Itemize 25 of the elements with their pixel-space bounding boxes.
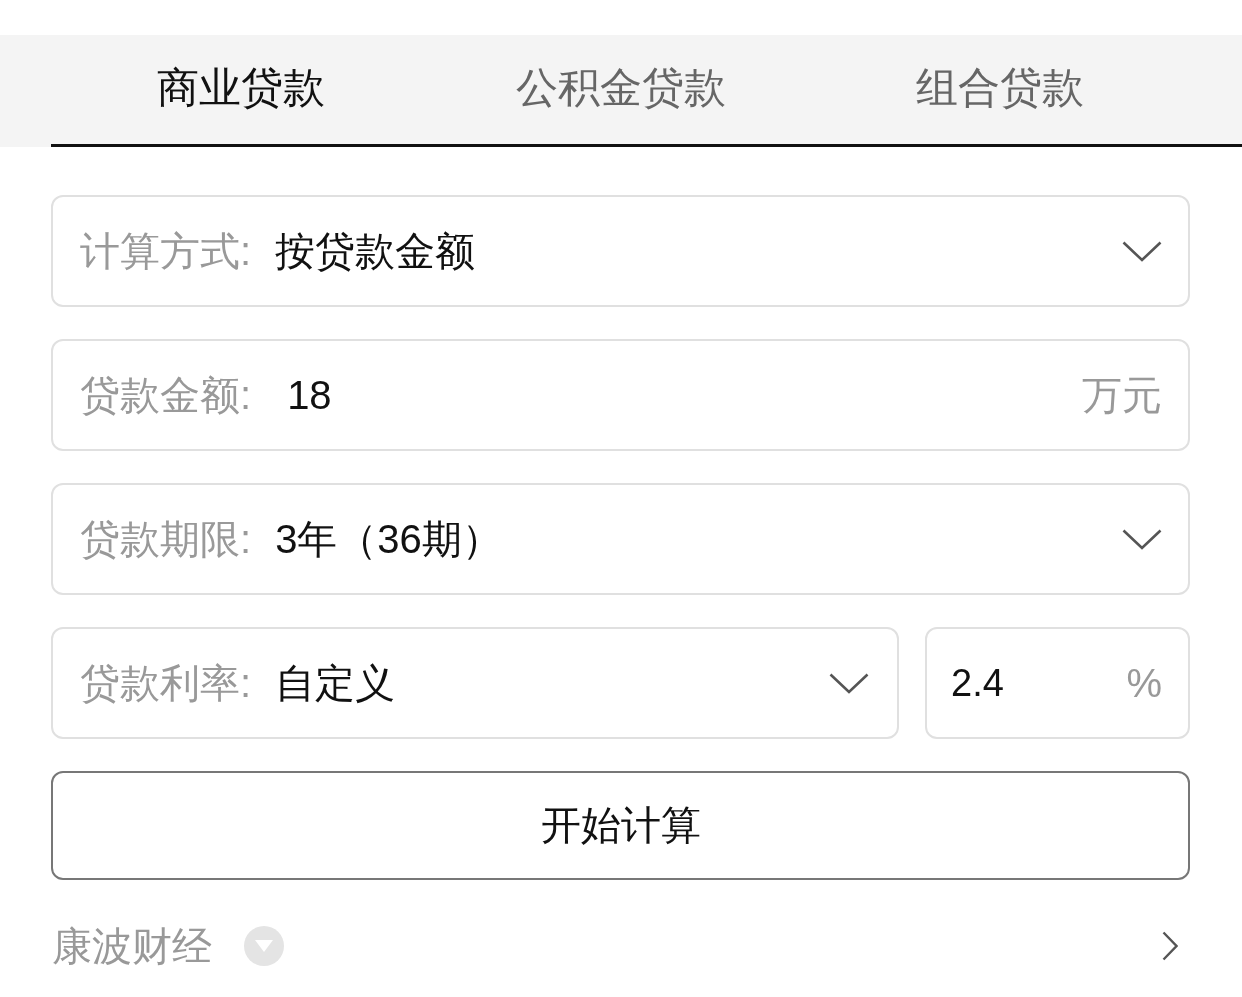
chevron-down-icon (829, 672, 869, 694)
amount-field[interactable]: 贷款金额: 18 万元 (51, 339, 1190, 451)
chevron-down-icon (1122, 528, 1162, 550)
dropdown-value: 按贷款金额 (275, 227, 477, 275)
loan-type-tab[interactable]: 商业贷款 (51, 35, 431, 144)
rate-dropdown[interactable]: 贷款利率: 自定义 (51, 627, 899, 739)
field-value: 2.4 (951, 661, 1005, 705)
dropdown-value: 3年（36期） (275, 515, 503, 563)
field-label: 贷款期限: (80, 515, 252, 563)
unit-label: 万元 (1082, 371, 1162, 419)
source-label: 康波财经 (52, 922, 212, 970)
calculate-button[interactable]: 开始计算 (51, 771, 1190, 880)
dropdown-value: 自定义 (275, 659, 397, 707)
loan-type-tab[interactable]: 公积金贷款 (430, 35, 811, 144)
field-label: 贷款利率: (80, 659, 252, 707)
field-value: 18 (287, 372, 333, 418)
field-label: 贷款金额: (80, 371, 252, 419)
unit-label: % (1126, 660, 1162, 706)
rate-input-field[interactable]: 2.4 % (925, 627, 1190, 739)
dropdown-field[interactable]: 贷款期限: 3年（36期） (51, 483, 1190, 595)
chevron-down-icon (1122, 240, 1162, 262)
chevron-right-icon[interactable] (1162, 931, 1178, 961)
dropdown-field[interactable]: 计算方式: 按贷款金额 (51, 195, 1190, 307)
field-label: 计算方式: (80, 227, 252, 275)
loan-type-tab[interactable]: 组合贷款 (810, 35, 1190, 144)
